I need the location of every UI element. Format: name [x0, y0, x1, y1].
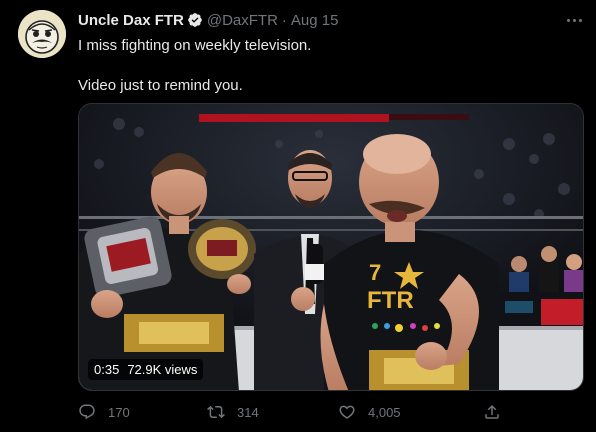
reply-icon [79, 404, 95, 420]
video-stats-badge: 0:35 72.9K views [88, 359, 204, 380]
retweet-icon [207, 405, 225, 419]
separator-dot: · [281, 11, 287, 29]
tweet-text-line: Video just to remind you. [78, 77, 243, 94]
share-button[interactable] [483, 403, 513, 421]
video-frame-image: 7 FTR [79, 104, 583, 390]
tweet-text: I miss fighting on weekly television. Vi… [78, 36, 578, 96]
tweet-actions: 170 314 4,005 [78, 401, 508, 423]
video-views: 72.9K views [127, 362, 198, 377]
retweet-button[interactable]: 314 [207, 403, 259, 421]
author-name[interactable]: Uncle Dax FTR [78, 12, 184, 29]
tweet-header: Uncle Dax FTR @DaxFTR · Aug 15 [78, 11, 338, 29]
reply-button[interactable]: 170 [78, 403, 130, 421]
like-button[interactable]: 4,005 [338, 403, 401, 421]
author-avatar[interactable] [18, 10, 66, 58]
tweet-date[interactable]: Aug 15 [291, 12, 339, 29]
author-handle[interactable]: @DaxFTR [207, 12, 278, 29]
like-count: 4,005 [368, 404, 401, 420]
reply-count: 170 [108, 404, 130, 420]
tweet-text-line: I miss fighting on weekly television. [78, 37, 312, 54]
svg-text:FTR: FTR [367, 287, 414, 314]
share-icon [485, 404, 499, 419]
verified-badge-icon [188, 13, 202, 27]
video-player[interactable]: 7 FTR 0:35 72.9K views [78, 103, 584, 391]
retweet-count: 314 [237, 404, 259, 420]
svg-text:7: 7 [369, 260, 381, 285]
video-duration: 0:35 [94, 362, 120, 377]
more-options-icon[interactable] [560, 10, 588, 30]
cartoon-mustache-face-icon [18, 10, 66, 58]
heart-icon [339, 405, 355, 419]
